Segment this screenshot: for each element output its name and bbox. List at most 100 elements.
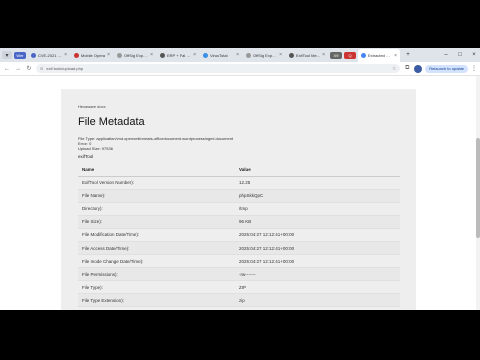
table-row: ExifTool Version Number): 12.25 <box>78 176 400 190</box>
maximize-icon[interactable]: □ <box>454 52 466 58</box>
table-row: File Size): 96 KB <box>78 215 400 229</box>
close-tab-icon[interactable]: × <box>107 52 110 58</box>
tab-title: OffSig Expo... <box>253 52 278 58</box>
address-bar[interactable]: ⊙ exif.tools/upload.php ☆ <box>36 64 401 73</box>
scrollbar-thumb[interactable] <box>476 138 480 238</box>
header-value: Value <box>239 163 400 177</box>
minimize-icon[interactable]: – <box>440 52 452 58</box>
metadata-table: Name Value ExifTool Version Number): 12.2… <box>78 163 400 310</box>
close-tab-icon[interactable]: × <box>236 52 239 58</box>
browser-window: ▾ Wer CVE-2021 To...×Mobile Opera×OffSig… <box>0 48 480 310</box>
table-header-row: Name Value <box>78 163 400 177</box>
row-name: File Access Date/Time): <box>78 241 239 256</box>
row-name: File Type): <box>78 280 239 295</box>
row-value: 2025:04:27 12:12:41+00:00 <box>239 254 400 269</box>
row-value: 2025:04:27 12:12:41+00:00 <box>239 241 400 256</box>
row-value: phpSkkQpC <box>239 189 400 203</box>
row-name: File Size): <box>78 215 239 229</box>
row-value: 96 KB <box>239 215 400 229</box>
table-row: File Name): phpSkkQpC <box>78 189 400 203</box>
file-info: File Type: application/vnd.openxmlformat… <box>78 136 400 151</box>
reload-icon[interactable]: ↻ <box>25 65 33 72</box>
close-tab-icon[interactable]: × <box>322 52 325 58</box>
url-text: exif.tools/upload.php <box>46 66 84 71</box>
tab-item[interactable]: Mobile Opera × <box>71 50 113 61</box>
section-label: exifTool <box>78 154 94 159</box>
tab-list: CVE-2021 To...×Mobile Opera×OffSig Expo.… <box>28 50 328 61</box>
close-tab-icon[interactable]: × <box>64 52 67 58</box>
row-name: File Type Extension): <box>78 293 239 308</box>
tab-favicon-icon <box>203 52 208 58</box>
back-icon[interactable]: ← <box>3 66 11 72</box>
row-value: ZIP <box>239 280 400 295</box>
tab-title: VirusTotal <box>210 52 228 58</box>
tab-group-label-2[interactable]: X9 <box>330 51 342 59</box>
breadcrumb: Hexaware docx <box>78 104 106 109</box>
tab-favicon-icon <box>160 52 165 58</box>
tab-group-label[interactable]: Wer <box>14 51 26 59</box>
table-row: File Type Extension): zip <box>78 293 400 308</box>
row-name: ExifTool Version Number): <box>78 176 239 190</box>
tab-title: ERP + Fal b... <box>167 52 192 58</box>
row-name: File Permissions): <box>78 267 239 282</box>
row-name: File Modification Date/Time): <box>78 228 239 242</box>
tab-title: CVE-2021 To... <box>38 52 62 58</box>
close-window-icon[interactable]: × <box>468 52 480 58</box>
row-value: 12.25 <box>239 176 400 190</box>
tab-item[interactable]: OffSig Expo... × <box>243 50 285 61</box>
table-row: File Inode Change Date/Time): 2025:04:27 … <box>78 254 400 269</box>
tab-item[interactable]: OffSig Expo... × <box>114 50 156 61</box>
tab-favicon-icon <box>74 52 79 58</box>
extensions-icon[interactable]: ⧉ <box>403 65 411 72</box>
table-row: File Type): ZIP <box>78 280 400 295</box>
row-value: /tmp <box>239 202 400 216</box>
tab-active[interactable]: Extracted File × <box>358 49 400 62</box>
upload-size-text: Upload Size: 97536 <box>78 146 113 151</box>
header-name: Name <box>78 163 239 177</box>
tab-group-label-3[interactable]: Q <box>344 51 356 59</box>
row-value: application/zip <box>239 306 400 310</box>
row-name: File Name): <box>78 189 239 203</box>
profile-avatar[interactable] <box>414 64 423 73</box>
tab-title: ExifTool Me... <box>296 52 321 58</box>
site-info-icon[interactable]: ⊙ <box>40 66 43 71</box>
row-value: 2025:04:27 12:12:41+00:00 <box>239 228 400 242</box>
tab-item[interactable]: CVE-2021 To...× <box>28 50 70 61</box>
table-row: Directory):/tmp <box>78 202 400 216</box>
active-tab-title: Extracted File <box>368 53 393 58</box>
page-viewport: Hexaware docx File Metadata File Type: a… <box>0 76 480 310</box>
tab-item[interactable]: ERP + Fal b... × <box>157 50 199 61</box>
forward-icon[interactable]: → <box>14 66 22 72</box>
tab-item[interactable]: VirusTotal × <box>200 50 242 61</box>
tab-title: Mobile Opera <box>81 52 106 58</box>
row-value: -rw------- <box>239 267 400 282</box>
row-name: File Inode Change Date/Time): <box>78 254 239 269</box>
close-tab-icon[interactable]: × <box>150 52 153 58</box>
scrollbar[interactable] <box>476 76 480 310</box>
table-row: MIME Type):application/zip <box>78 306 400 310</box>
tab-favicon-icon <box>117 52 122 58</box>
tab-strip: ▾ Wer CVE-2021 To...×Mobile Opera×OffSig… <box>0 48 480 62</box>
tab-title: OffSig Expo... <box>124 52 149 58</box>
active-tab-favicon-icon <box>361 53 366 58</box>
close-tab-icon[interactable]: × <box>394 53 397 59</box>
table-row: File Permissions): -rw------- <box>78 267 400 282</box>
browser-toolbar: ← → ↻ ⊙ exif.tools/upload.php ☆ ⧉ Relaun… <box>0 62 480 76</box>
row-name: Directory): <box>78 202 239 216</box>
row-value: zip <box>239 293 400 308</box>
close-tab-icon[interactable]: × <box>279 52 282 58</box>
page-title: File Metadata <box>78 116 145 128</box>
bookmark-star-icon[interactable]: ☆ <box>392 66 396 72</box>
tab-item[interactable]: ExifTool Me... × <box>286 50 328 61</box>
menu-kebab-icon[interactable]: ⋮ <box>471 65 477 72</box>
new-tab-icon[interactable]: + <box>402 52 414 58</box>
tab-favicon-icon <box>289 52 294 58</box>
tab-favicon-icon <box>246 52 251 58</box>
tab-favicon-icon <box>31 52 36 58</box>
relaunch-button[interactable]: Relaunch to update <box>425 64 468 73</box>
row-name: MIME Type): <box>78 306 239 310</box>
table-row: File Access Date/Time): 2025:04:27 12:12:… <box>78 241 400 256</box>
close-tab-icon[interactable]: × <box>193 52 196 58</box>
tab-search-icon[interactable]: ▾ <box>2 51 12 59</box>
metadata-card: Hexaware docx File Metadata File Type: a… <box>61 89 416 310</box>
